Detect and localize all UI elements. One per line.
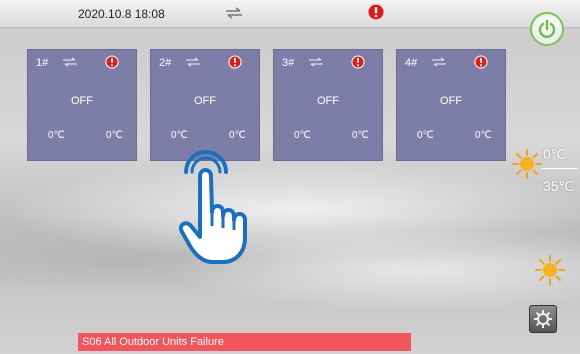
unit-card-1[interactable]: 1# OFF 0℃ 0℃	[27, 49, 137, 161]
swap-arrows-icon	[432, 57, 446, 67]
unit-temp-inlet: 0℃	[417, 130, 434, 141]
alarm-exclamation-icon[interactable]	[368, 4, 384, 20]
temperature-divider	[541, 168, 577, 169]
unit-name: 1#	[36, 57, 49, 69]
datetime-display: 2020.10.8 18:08	[78, 7, 165, 21]
swap-arrows-icon	[309, 57, 323, 67]
unit-status: OFF	[317, 95, 339, 107]
unit-temp-outlet: 0℃	[106, 130, 123, 141]
unit-temp-inlet: 0℃	[171, 130, 188, 141]
swap-arrows-icon	[186, 57, 200, 67]
unit-card-4[interactable]: 4# OFF 0℃ 0℃	[396, 49, 506, 161]
swap-arrows-icon	[226, 7, 242, 19]
sun-icon	[512, 149, 542, 179]
alarm-message-bar[interactable]: S06 All Outdoor Units Failure	[78, 333, 411, 351]
unit-temp-outlet: 0℃	[475, 130, 492, 141]
settings-gear-icon	[534, 310, 552, 328]
unit-temp-outlet: 0℃	[352, 130, 369, 141]
alarm-exclamation-icon	[351, 55, 365, 69]
swap-arrows-icon	[63, 57, 77, 67]
status-bar: 2020.10.8 18:08	[0, 0, 580, 28]
alarm-exclamation-icon	[105, 55, 119, 69]
current-temperature: 0℃	[543, 146, 567, 162]
power-button[interactable]	[530, 12, 564, 46]
settings-button[interactable]	[529, 305, 557, 333]
unit-name: 3#	[282, 57, 295, 69]
alarm-exclamation-icon	[228, 55, 242, 69]
alarm-exclamation-icon	[474, 55, 488, 69]
set-temperature[interactable]: 35℃	[543, 178, 574, 195]
unit-card-3[interactable]: 3# OFF 0℃ 0℃	[273, 49, 383, 161]
sun-icon[interactable]	[535, 255, 565, 285]
unit-name: 2#	[159, 57, 172, 69]
touch-hand-icon	[179, 150, 247, 264]
unit-temp-inlet: 0℃	[294, 130, 311, 141]
unit-status: OFF	[194, 95, 216, 107]
unit-status: OFF	[440, 95, 462, 107]
unit-temp-inlet: 0℃	[48, 130, 65, 141]
power-icon	[538, 19, 556, 38]
unit-name: 4#	[405, 57, 418, 69]
unit-temp-outlet: 0℃	[229, 130, 246, 141]
unit-status: OFF	[71, 95, 93, 107]
